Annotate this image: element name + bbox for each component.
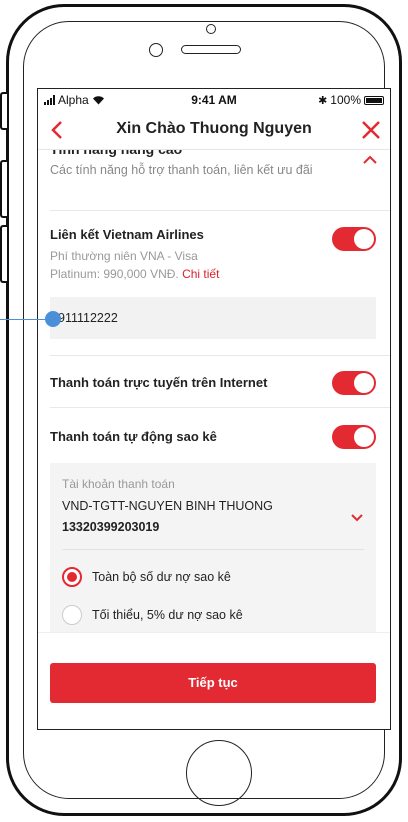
airlines-fee-line1: Phí thường niên VNA - Visa [50, 249, 198, 263]
airlines-member-input[interactable]: 911112222 [50, 297, 376, 339]
divider [50, 355, 390, 356]
divider [50, 210, 390, 211]
airlines-details-link[interactable]: Chi tiết [182, 267, 219, 281]
divider [50, 407, 390, 408]
status-right: ✱ 100% [318, 93, 384, 107]
earpiece-speaker [181, 45, 241, 54]
airlines-fee-line2: Platinum: 990,000 VNĐ. [50, 267, 179, 281]
home-button[interactable] [186, 740, 252, 806]
airlines-description: Phí thường niên VNA - Visa Platinum: 990… [50, 247, 219, 283]
option-minimum-balance-label: Tối thiểu, 5% dư nợ sao kê [92, 608, 243, 622]
chevron-up-icon[interactable] [362, 155, 378, 165]
account-number: 13320399203019 [62, 520, 160, 534]
continue-button[interactable]: Tiếp tục [50, 663, 376, 703]
auto-payment-label: Thanh toán tự động sao kê [50, 429, 217, 444]
airlines-label: Liên kết Vietnam Airlines [50, 227, 204, 242]
front-camera [206, 24, 216, 34]
side-button-volume-down [0, 225, 7, 283]
member-number-value: 911112222 [58, 311, 118, 325]
annotation-line [0, 319, 50, 320]
close-icon[interactable] [360, 119, 382, 141]
radio-full-balance[interactable] [62, 567, 82, 587]
account-label: Tài khoản thanh toán [62, 477, 175, 491]
battery-icon [364, 95, 384, 105]
app-screen: Alpha 9:41 AM ✱ 100% Xin Chào Thuong Ngu… [37, 88, 391, 730]
online-payment-toggle[interactable] [332, 371, 376, 395]
battery-percent: 100% [330, 93, 361, 107]
radio-minimum-balance[interactable] [62, 605, 82, 625]
panel-divider [62, 549, 364, 550]
account-name: VND-TGTT-NGUYEN BINH THUONG [62, 499, 273, 513]
annotation-dot [45, 311, 61, 327]
bluetooth-icon: ✱ [318, 94, 328, 107]
online-payment-label: Thanh toán trực tuyến trên Internet [50, 375, 268, 390]
airlines-toggle[interactable] [332, 227, 376, 251]
side-button-mute [0, 92, 7, 130]
side-button-volume-up [0, 160, 7, 218]
features-subtitle: Các tính năng hỗ trợ thanh toán, liên kế… [50, 163, 313, 177]
status-bar: Alpha 9:41 AM ✱ 100% [38, 89, 390, 111]
chevron-down-icon[interactable] [350, 513, 364, 522]
auto-payment-panel: Tài khoản thanh toán VND-TGTT-NGUYEN BIN… [50, 463, 376, 643]
page-title: Xin Chào Thuong Nguyen [116, 120, 312, 137]
nav-bar: Xin Chào Thuong Nguyen [38, 111, 390, 150]
bottom-bar: Tiếp tục [38, 632, 390, 729]
auto-payment-toggle[interactable] [332, 425, 376, 449]
option-full-balance-label: Toàn bộ số dư nợ sao kê [92, 570, 231, 584]
sensor [149, 43, 163, 57]
